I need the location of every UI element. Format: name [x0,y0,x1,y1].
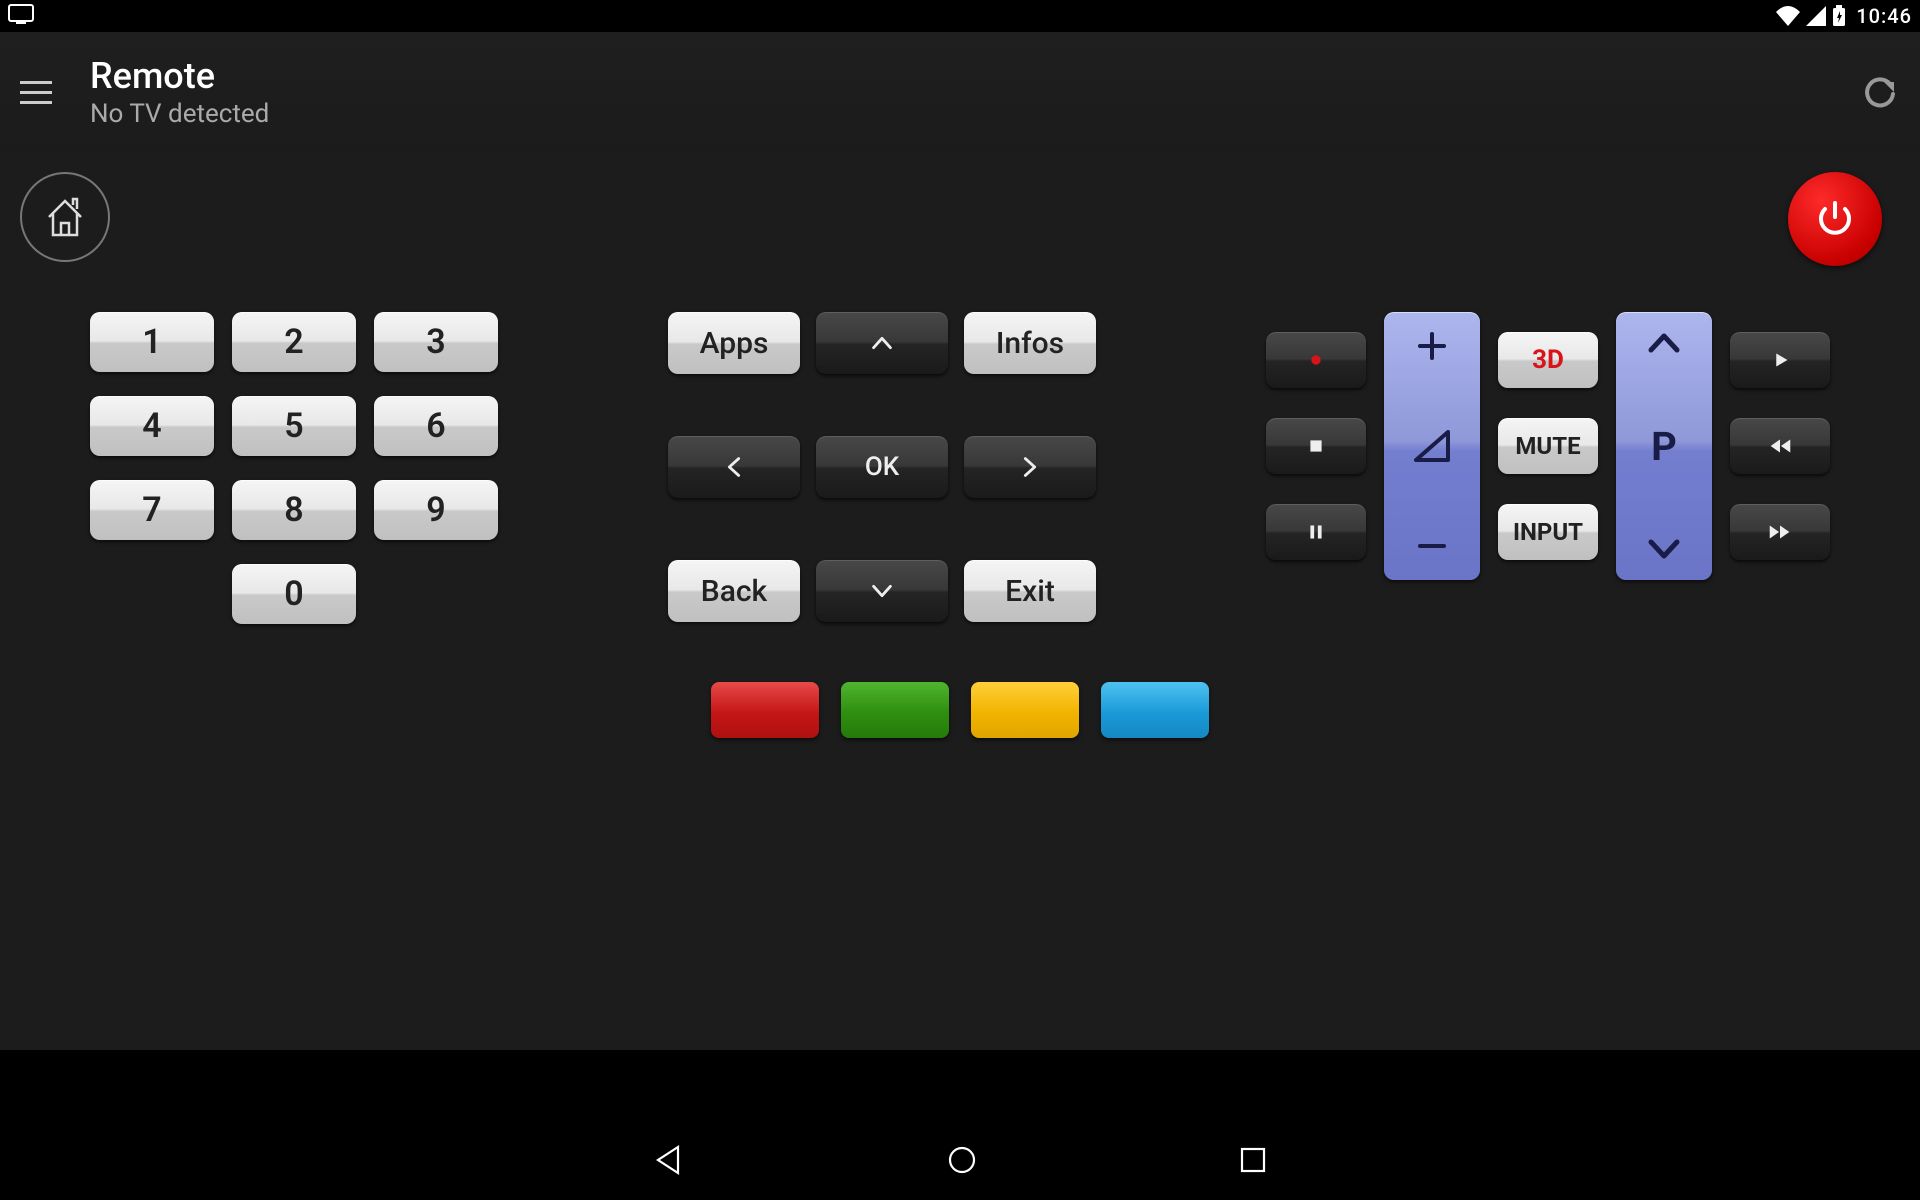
volume-down-icon [1412,526,1452,566]
status-time: 10:46 [1856,4,1912,28]
blue-button[interactable] [1101,682,1209,738]
yellow-button[interactable] [971,682,1079,738]
pause-button[interactable] [1266,504,1366,560]
dpad-left[interactable] [668,436,800,498]
forward-button[interactable] [1730,504,1830,560]
exit-button[interactable]: Exit [964,560,1096,622]
dpad-down[interactable] [816,560,948,622]
android-status-bar: 10:46 [0,0,1920,32]
ok-button[interactable]: OK [816,436,948,498]
red-button[interactable] [711,682,819,738]
app-bar: Remote No TV detected [0,32,1920,152]
mute-button[interactable]: MUTE [1498,418,1598,474]
volume-rocker[interactable] [1384,312,1480,580]
key-9[interactable]: 9 [374,480,498,540]
key-5[interactable]: 5 [232,396,356,456]
dpad: Apps Infos OK Back Exit [668,312,1096,624]
stop-button[interactable] [1266,418,1366,474]
channel-down-icon [1645,532,1683,566]
refresh-button[interactable] [1860,72,1900,112]
nav-back-icon[interactable] [652,1143,686,1181]
record-button[interactable] [1266,332,1366,388]
key-8[interactable]: 8 [232,480,356,540]
green-button[interactable] [841,682,949,738]
app-subtitle: No TV detected [90,99,269,129]
apps-button[interactable]: Apps [668,312,800,374]
infos-button[interactable]: Infos [964,312,1096,374]
rewind-button[interactable] [1730,418,1830,474]
nav-recent-icon[interactable] [1238,1145,1268,1179]
signal-icon [1806,6,1826,26]
key-6[interactable]: 6 [374,396,498,456]
home-button[interactable] [20,172,110,262]
cast-icon [8,4,34,24]
battery-charging-icon [1832,5,1846,27]
channel-up-icon [1645,326,1683,360]
number-keypad: 1 2 3 4 5 6 7 8 9 0 [90,312,498,624]
android-nav-bar [0,1124,1920,1200]
app-title: Remote [90,55,269,97]
key-4[interactable]: 4 [90,396,214,456]
remote-main: 1 2 3 4 5 6 7 8 9 0 Apps Infos OK Back E… [0,152,1920,1050]
program-label: P [1651,423,1677,470]
key-2[interactable]: 2 [232,312,356,372]
key-1[interactable]: 1 [90,312,214,372]
key-0[interactable]: 0 [232,564,356,624]
volume-icon [1410,424,1454,468]
key-7[interactable]: 7 [90,480,214,540]
key-3[interactable]: 3 [374,312,498,372]
menu-icon[interactable] [20,72,60,112]
nav-home-icon[interactable] [946,1144,978,1180]
media-cluster: 3D MUTE INPUT P [1266,312,1830,624]
back-button[interactable]: Back [668,560,800,622]
color-bar [711,682,1209,738]
dpad-up[interactable] [816,312,948,374]
program-rocker[interactable]: P [1616,312,1712,580]
dpad-right[interactable] [964,436,1096,498]
play-button[interactable] [1730,332,1830,388]
volume-up-icon [1412,326,1452,366]
input-button[interactable]: INPUT [1498,504,1598,560]
power-button[interactable] [1788,172,1882,266]
3d-button[interactable]: 3D [1498,332,1598,388]
wifi-icon [1776,6,1800,26]
